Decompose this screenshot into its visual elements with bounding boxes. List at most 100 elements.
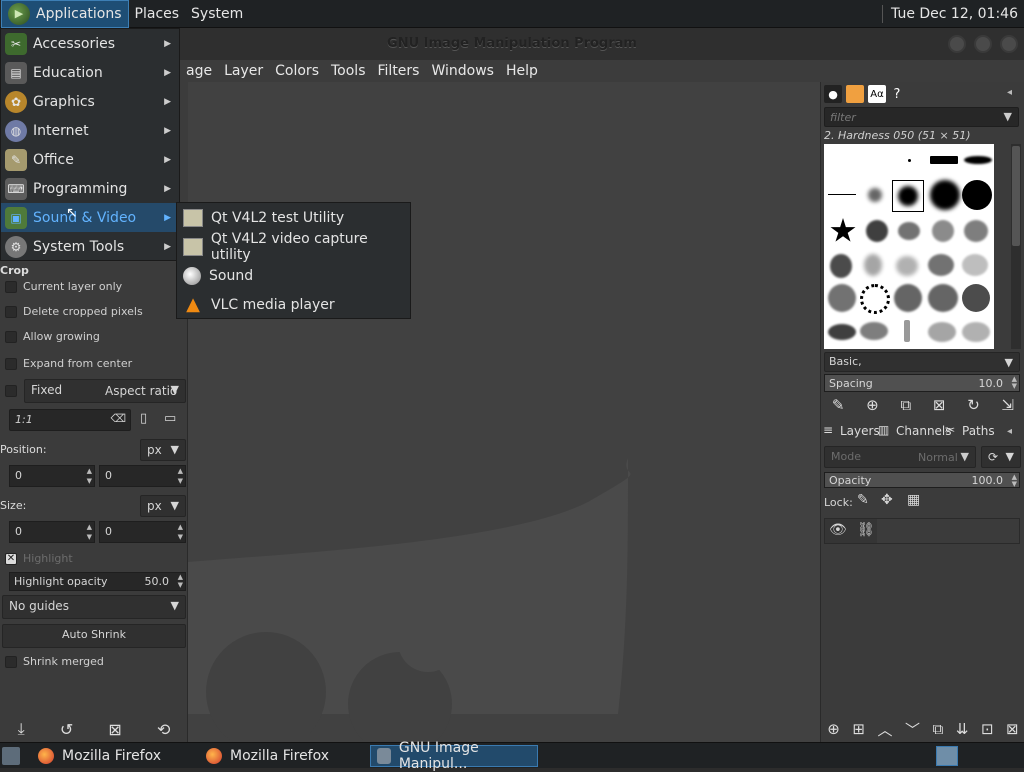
eye-icon[interactable]: 👁 xyxy=(829,522,847,538)
lock-alpha-icon[interactable]: ▦ xyxy=(907,492,920,508)
landscape-icon[interactable]: ▭ xyxy=(164,411,176,426)
layers-list[interactable]: 👁 ⛓ xyxy=(824,518,1020,544)
applications-menu-button[interactable]: ▶ Applications xyxy=(1,0,129,28)
dock-menu-icon[interactable]: ◂ xyxy=(1007,87,1012,98)
delete-brush-icon[interactable]: ⊠ xyxy=(933,396,946,414)
apps-item-accessories[interactable]: ✂ Accessories ▶ xyxy=(1,29,179,58)
delete-preset-icon[interactable]: ⊠ xyxy=(108,720,121,739)
expand-from-center-checkbox[interactable] xyxy=(5,358,17,370)
duplicate-layer-icon[interactable]: ⧉ xyxy=(933,720,944,738)
spin-down-icon[interactable]: ▼ xyxy=(87,534,92,541)
current-layer-only-checkbox[interactable] xyxy=(5,281,17,293)
chain-icon[interactable]: ⛓ xyxy=(857,522,875,538)
image-canvas[interactable] xyxy=(188,82,820,742)
open-brush-icon[interactable]: ⇲ xyxy=(1001,396,1014,414)
lock-pixels-icon[interactable]: ✎ xyxy=(857,492,869,508)
allow-growing-checkbox[interactable] xyxy=(5,331,17,343)
spin-up-icon[interactable]: ▲ xyxy=(178,574,183,581)
fixed-aspect-combo[interactable]: Fixed Aspect ratio ▼ xyxy=(24,379,186,403)
edit-brush-icon[interactable]: ✎ xyxy=(832,396,845,414)
size-h-input[interactable]: 0 ▲ ▼ xyxy=(99,521,186,543)
spin-down-icon[interactable]: ▼ xyxy=(87,478,92,485)
position-x-input[interactable]: 0 ▲ ▼ xyxy=(9,465,95,487)
lower-layer-icon[interactable]: ﹀ xyxy=(905,719,920,740)
spin-down-icon[interactable]: ▼ xyxy=(178,478,183,485)
spin-down-icon[interactable]: ▼ xyxy=(178,582,183,589)
raise-layer-icon[interactable]: ︿ xyxy=(877,719,892,740)
position-y-input[interactable]: 0 ▲ ▼ xyxy=(99,465,186,487)
workspace-switcher[interactable] xyxy=(936,746,958,766)
auto-shrink-button[interactable]: Auto Shrink xyxy=(2,624,186,648)
spin-up-icon[interactable]: ▲ xyxy=(87,468,92,475)
menu-tools[interactable]: Tools xyxy=(325,63,372,79)
spin-up-icon[interactable]: ▲ xyxy=(87,524,92,531)
ratio-input[interactable]: 1:1 ⌫ xyxy=(9,409,131,431)
apps-item-education[interactable]: ▤ Education ▶ xyxy=(1,58,179,87)
submenu-item-qt-v4l2-test[interactable]: Qt V4L2 test Utility xyxy=(177,203,410,232)
apps-item-graphics[interactable]: ✿ Graphics ▶ xyxy=(1,87,179,116)
size-w-input[interactable]: 0 ▲ ▼ xyxy=(9,521,95,543)
brush-filter-input[interactable]: filter ▼ xyxy=(824,107,1019,127)
patterns-tab-icon[interactable] xyxy=(846,85,864,103)
menu-image[interactable]: age xyxy=(180,63,218,79)
submenu-item-qt-v4l2-capture[interactable]: Qt V4L2 video capture utility xyxy=(177,231,410,263)
size-unit-combo[interactable]: px ▼ xyxy=(140,495,186,517)
spin-down-icon[interactable]: ▼ xyxy=(1012,383,1017,390)
maximize-button[interactable] xyxy=(974,35,992,53)
new-layer-group-icon[interactable]: ⊞ xyxy=(852,720,865,738)
mask-layer-icon[interactable]: ⊡ xyxy=(981,720,994,738)
delete-layer-icon[interactable]: ⊠ xyxy=(1006,720,1019,738)
clear-icon[interactable]: ⌫ xyxy=(110,412,126,425)
restore-preset-icon[interactable]: ↺ xyxy=(60,720,73,739)
reset-icon[interactable]: ⟲ xyxy=(157,720,170,739)
fonts-tab-icon[interactable]: Aα xyxy=(868,85,886,103)
task-firefox-2[interactable]: Mozilla Firefox xyxy=(200,745,335,767)
menu-windows[interactable]: Windows xyxy=(425,63,500,79)
close-button[interactable] xyxy=(1000,35,1018,53)
clock[interactable]: Tue Dec 12, 01:46 xyxy=(882,0,1018,28)
guides-combo[interactable]: No guides ▼ xyxy=(2,595,186,619)
paths-tab-icon[interactable]: ✂ xyxy=(945,423,955,437)
delete-cropped-checkbox[interactable] xyxy=(5,306,17,318)
show-desktop-icon[interactable] xyxy=(2,747,20,765)
apps-item-programming[interactable]: ⌨ Programming ▶ xyxy=(1,174,179,203)
places-menu-button[interactable]: Places xyxy=(129,0,186,28)
refresh-brushes-icon[interactable]: ↻ xyxy=(967,396,980,414)
fixed-checkbox[interactable] xyxy=(5,385,17,397)
dock-menu-icon[interactable]: ◂ xyxy=(1007,426,1012,437)
tab-paths[interactable]: Paths xyxy=(962,424,995,438)
spin-down-icon[interactable]: ▼ xyxy=(1012,481,1017,488)
spin-up-icon[interactable]: ▲ xyxy=(178,468,183,475)
tab-layers[interactable]: Layers xyxy=(840,424,880,438)
brush-grid-scrollbar[interactable] xyxy=(1011,144,1021,349)
portrait-icon[interactable]: ▯ xyxy=(140,411,147,426)
spin-up-icon[interactable]: ▲ xyxy=(178,524,183,531)
menu-filters[interactable]: Filters xyxy=(372,63,426,79)
apps-item-office[interactable]: ✎ Office ▶ xyxy=(1,145,179,174)
system-menu-button[interactable]: System xyxy=(185,0,249,28)
help-icon[interactable]: ? xyxy=(888,85,906,103)
apps-item-system-tools[interactable]: ⚙ System Tools ▶ xyxy=(1,232,179,261)
layer-mode-combo[interactable]: Mode Normal ▼ xyxy=(824,446,976,468)
brush-grid[interactable] xyxy=(824,144,994,349)
menu-colors[interactable]: Colors xyxy=(269,63,325,79)
tab-channels[interactable]: Channels xyxy=(896,424,952,438)
menu-layer[interactable]: Layer xyxy=(218,63,269,79)
apps-item-internet[interactable]: ◍ Internet ▶ xyxy=(1,116,179,145)
layers-tab-icon[interactable]: ≡ xyxy=(823,423,833,437)
highlight-checkbox[interactable]: ✕ xyxy=(5,553,17,565)
apps-item-sound-video[interactable]: ▣ Sound & Video ▶ xyxy=(1,203,179,232)
merge-layer-icon[interactable]: ⇊ xyxy=(956,720,969,738)
submenu-item-sound[interactable]: Sound xyxy=(177,261,410,290)
layer-opacity-slider[interactable]: Opacity 100.0 ▲ ▼ xyxy=(824,472,1020,488)
minimize-button[interactable] xyxy=(948,35,966,53)
shrink-merged-checkbox[interactable] xyxy=(5,656,17,668)
layer-mode-reset[interactable]: ⟳ ▼ xyxy=(981,446,1021,468)
new-brush-icon[interactable]: ⊕ xyxy=(866,396,879,414)
duplicate-brush-icon[interactable]: ⧉ xyxy=(900,396,911,414)
spacing-slider[interactable]: Spacing 10.0 ▲ ▼ xyxy=(824,374,1020,392)
save-preset-icon[interactable]: ⤓ xyxy=(18,719,25,739)
highlight-opacity-slider[interactable]: Highlight opacity 50.0 ▲ ▼ xyxy=(9,572,186,591)
menu-help[interactable]: Help xyxy=(500,63,544,79)
brush-preset-combo[interactable]: Basic, ▼ xyxy=(824,352,1020,372)
